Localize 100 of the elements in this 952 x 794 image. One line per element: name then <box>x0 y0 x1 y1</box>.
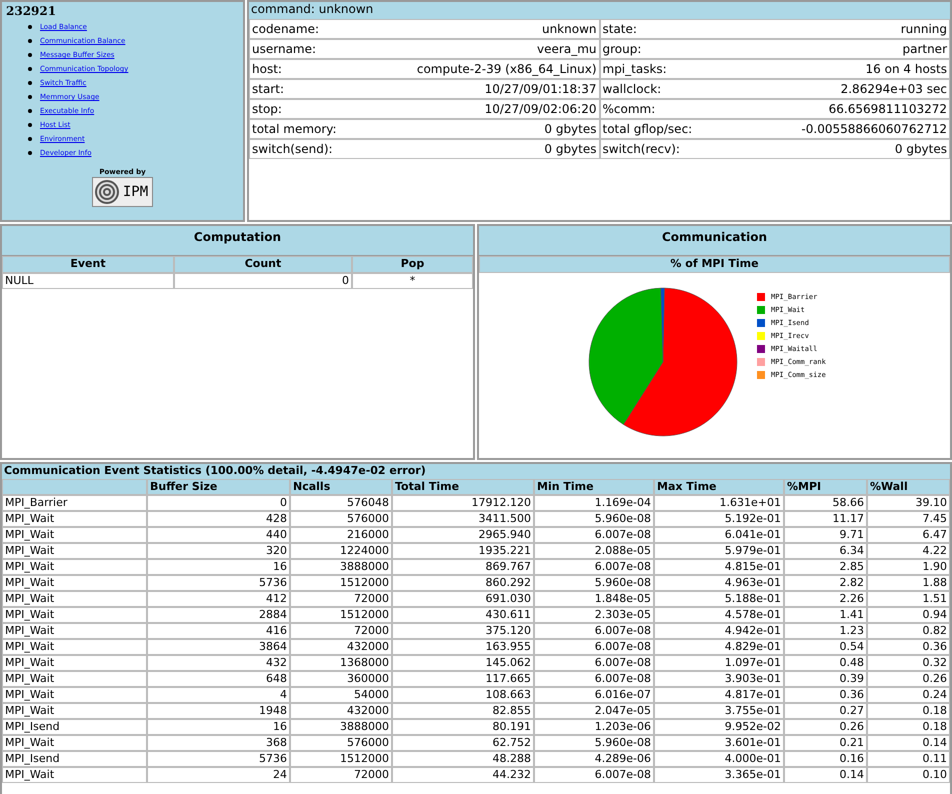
table-cell: 860.292 <box>392 575 534 591</box>
table-cell: 0.14 <box>784 767 867 783</box>
table-cell: 0 <box>147 495 290 511</box>
table-cell: 691.030 <box>392 591 534 607</box>
table-cell: 72000 <box>290 591 392 607</box>
table-cell: 24 <box>147 767 290 783</box>
field-label: start: <box>252 82 284 96</box>
table-cell: 3888000 <box>290 559 392 575</box>
bullet-icon <box>28 53 32 57</box>
table-cell: 5.960e-08 <box>534 575 654 591</box>
table-cell: 6.007e-08 <box>534 767 654 783</box>
table-cell: 4.963e-01 <box>654 575 784 591</box>
field-label: total gflop/sec: <box>602 122 692 136</box>
table-cell: 0.10 <box>867 767 950 783</box>
field-label: switch(send): <box>252 142 333 156</box>
table-cell: 2.85 <box>784 559 867 575</box>
column-header: %Wall <box>867 479 950 495</box>
field-value: 10/27/09/01:18:37 <box>484 82 596 96</box>
bullet-icon <box>28 137 32 141</box>
table-cell: 576000 <box>290 735 392 751</box>
table-cell: 430.611 <box>392 607 534 623</box>
job-id: 232921 <box>6 4 58 18</box>
table-cell: 6.34 <box>784 543 867 559</box>
table-cell: MPI_Wait <box>2 543 147 559</box>
table-cell: 82.855 <box>392 703 534 719</box>
table-cell: 440 <box>147 527 290 543</box>
chart-title: % of MPI Time <box>479 256 950 273</box>
table-cell: 1.203e-06 <box>534 719 654 735</box>
table-cell: 0.82 <box>867 623 950 639</box>
table-cell: 4 <box>147 687 290 703</box>
table-cell: 1948 <box>147 703 290 719</box>
field-value: -0.00558866060762712 <box>801 122 947 136</box>
table-cell: 0.14 <box>867 735 950 751</box>
bullet-icon <box>28 81 32 85</box>
table-cell: 9.952e-02 <box>654 719 784 735</box>
table-cell: 576000 <box>290 511 392 527</box>
table-cell: 6.007e-08 <box>534 639 654 655</box>
table-cell: 72000 <box>290 767 392 783</box>
table-cell: 375.120 <box>392 623 534 639</box>
table-cell: 2.088e-05 <box>534 543 654 559</box>
table-cell: 0.26 <box>784 719 867 735</box>
table-cell: 3.903e-01 <box>654 671 784 687</box>
column-header: Count <box>174 256 352 273</box>
table-cell: MPI_Wait <box>2 559 147 575</box>
table-cell: 4.22 <box>867 543 950 559</box>
table-cell: 7.45 <box>867 511 950 527</box>
table-cell: 5.960e-08 <box>534 511 654 527</box>
table-cell: 6.007e-08 <box>534 623 654 639</box>
table-cell: 2.047e-05 <box>534 703 654 719</box>
table-cell: 4.578e-01 <box>654 607 784 623</box>
table-cell: 5736 <box>147 575 290 591</box>
table-cell: 1368000 <box>290 655 392 671</box>
field-value: 0 gbytes <box>544 122 596 136</box>
table-cell: 6.041e-01 <box>654 527 784 543</box>
table-cell: MPI_Wait <box>2 639 147 655</box>
column-header: Buffer Size <box>147 479 290 495</box>
table-cell: 1512000 <box>290 607 392 623</box>
table-cell: 3411.500 <box>392 511 534 527</box>
table-cell: 62.752 <box>392 735 534 751</box>
table-cell: * <box>352 273 473 289</box>
table-cell: 0.36 <box>784 687 867 703</box>
table-cell: 48.288 <box>392 751 534 767</box>
bullet-icon <box>28 151 32 155</box>
table-cell: 117.665 <box>392 671 534 687</box>
logo-text: IPM <box>122 184 148 200</box>
table-cell: 1935.221 <box>392 543 534 559</box>
table-cell: 1512000 <box>290 751 392 767</box>
table-cell: MPI_Wait <box>2 735 147 751</box>
field-label: state: <box>602 22 637 36</box>
bullet-icon <box>28 67 32 71</box>
column-header: Max Time <box>654 479 784 495</box>
command-header: command: unknown <box>249 2 950 19</box>
table-cell: 3888000 <box>290 719 392 735</box>
table-cell: 5.192e-01 <box>654 511 784 527</box>
table-cell: MPI_Wait <box>2 511 147 527</box>
table-cell: 6.007e-08 <box>534 527 654 543</box>
table-cell: 0 <box>174 273 352 289</box>
table-cell: 4.289e-06 <box>534 751 654 767</box>
table-cell: MPI_Wait <box>2 655 147 671</box>
table-cell: 2.82 <box>784 575 867 591</box>
field-label: host: <box>252 62 282 76</box>
table-cell: MPI_Barrier <box>2 495 147 511</box>
table-cell: 5.979e-01 <box>654 543 784 559</box>
table-cell: 432000 <box>290 639 392 655</box>
table-cell: 16 <box>147 719 290 735</box>
table-cell: 6.007e-08 <box>534 671 654 687</box>
column-header: %MPI <box>784 479 867 495</box>
table-cell: 0.32 <box>867 655 950 671</box>
field-label: username: <box>252 42 316 56</box>
table-cell: 11.17 <box>784 511 867 527</box>
table-cell: 16 <box>147 559 290 575</box>
table-cell: NULL <box>2 273 174 289</box>
table-cell: MPI_Wait <box>2 703 147 719</box>
table-cell: 58.66 <box>784 495 867 511</box>
spiral-icon <box>94 179 120 205</box>
column-header: Min Time <box>534 479 654 495</box>
table-cell: 320 <box>147 543 290 559</box>
table-cell: 428 <box>147 511 290 527</box>
table-cell: 0.39 <box>784 671 867 687</box>
table-cell: 576048 <box>290 495 392 511</box>
